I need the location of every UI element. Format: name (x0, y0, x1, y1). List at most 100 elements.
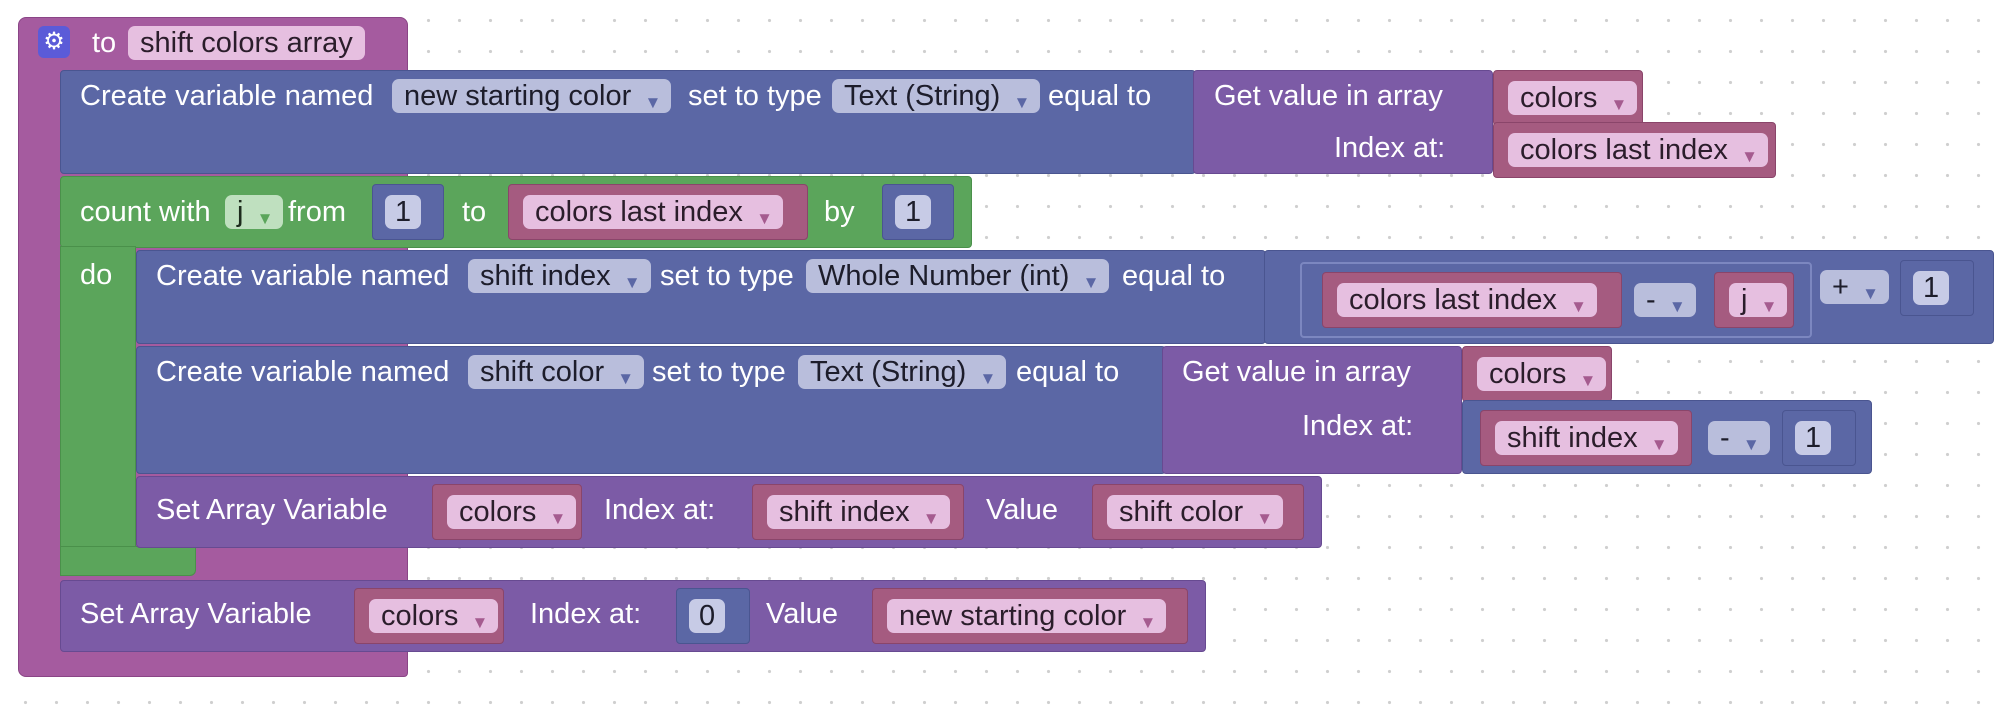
to-reporter[interactable]: colors last index ▼ (508, 184, 808, 240)
value-reporter[interactable]: shift color ▼ (1092, 484, 1304, 540)
index-reporter[interactable]: colors last index ▼ (1493, 122, 1776, 178)
variable-name-dropdown[interactable]: shift index ▼ (468, 259, 651, 293)
gear-icon[interactable]: ⚙ (38, 26, 70, 58)
loop-variable-dropdown[interactable]: j ▼ (225, 195, 284, 229)
chevron-down-icon: ▼ (1082, 273, 1100, 292)
index-number-block[interactable]: 0 (676, 588, 750, 644)
type-dropdown[interactable]: Whole Number (int) ▼ (806, 259, 1110, 293)
type-dropdown[interactable]: Text (String) ▼ (832, 79, 1041, 113)
chevron-down-icon: ▼ (1013, 93, 1031, 112)
index-at-label: Index at: (604, 494, 716, 526)
operand-dropdown[interactable]: shift index ▼ (1495, 421, 1678, 455)
procedure-name-field[interactable]: shift colors array (128, 26, 365, 60)
count-with-label: count with (80, 196, 211, 228)
operand-reporter[interactable]: colors last index ▼ (1322, 272, 1622, 328)
index-number-field[interactable]: 0 (689, 599, 726, 633)
number-field[interactable]: 1 (1795, 421, 1832, 455)
number-field[interactable]: 1 (1913, 271, 1950, 305)
operand-reporter[interactable]: j ▼ (1714, 272, 1794, 328)
chevron-down-icon: ▼ (922, 509, 940, 528)
number-block[interactable]: 1 (1782, 410, 1856, 466)
index-at-label: Index at: (1334, 132, 1446, 164)
create-variable-label: Create variable named (156, 356, 450, 388)
operator-dropdown[interactable]: - ▼ (1634, 283, 1696, 317)
index-reporter[interactable]: shift index ▼ (752, 484, 964, 540)
array-dropdown[interactable]: colors ▼ (369, 599, 499, 633)
set-to-type-label: set to type (652, 356, 786, 388)
operator-value: - (1720, 422, 1730, 454)
procedure-to-label: to (92, 27, 117, 59)
variable-name-dropdown[interactable]: new starting color ▼ (392, 79, 672, 113)
index-value: colors last index (1520, 134, 1728, 166)
array-name-value: colors (1520, 82, 1598, 114)
chevron-down-icon: ▼ (1610, 95, 1628, 114)
to-label: to (462, 196, 487, 228)
by-number-block[interactable]: 1 (882, 184, 954, 240)
number-block[interactable]: 1 (1900, 260, 1974, 316)
array-reporter[interactable]: colors ▼ (1462, 346, 1612, 402)
chevron-down-icon: ▼ (1862, 284, 1879, 303)
set-array-label: Set Array Variable (156, 494, 388, 526)
value-label: Value (986, 494, 1059, 526)
create-variable-label: Create variable named (156, 260, 450, 292)
count-loop-arm (60, 246, 136, 576)
by-number-field[interactable]: 1 (895, 195, 932, 229)
index-dropdown[interactable]: colors last index ▼ (1508, 133, 1768, 167)
chevron-down-icon: ▼ (756, 209, 773, 228)
chevron-down-icon: ▼ (644, 93, 662, 112)
variable-name-value: new starting color (404, 80, 632, 112)
operand-reporter[interactable]: shift index ▼ (1480, 410, 1692, 466)
operator-value: - (1646, 284, 1656, 316)
do-label: do (80, 259, 113, 291)
from-number-block[interactable]: 1 (372, 184, 444, 240)
count-loop-footer (60, 546, 196, 576)
type-dropdown[interactable]: Text (String) ▼ (798, 355, 1007, 389)
array-name-value: colors (381, 600, 459, 632)
index-at-label: Index at: (1302, 410, 1414, 442)
variable-name-value: shift index (480, 260, 611, 292)
operator-dropdown[interactable]: + ▼ (1820, 270, 1889, 304)
chevron-down-icon: ▼ (1570, 297, 1587, 316)
to-value: colors last index (535, 196, 743, 228)
value-reporter[interactable]: new starting color ▼ (872, 588, 1188, 644)
get-value-label: Get value in array (1214, 80, 1443, 112)
type-value: Whole Number (int) (818, 260, 1070, 292)
variable-name-value: shift color (480, 356, 605, 388)
type-value: Text (String) (844, 80, 1001, 112)
value-dropdown[interactable]: new starting color ▼ (887, 599, 1167, 633)
array-reporter[interactable]: colors ▼ (354, 588, 504, 644)
index-at-label: Index at: (530, 598, 642, 630)
chevron-down-icon: ▼ (1256, 509, 1274, 528)
variable-name-dropdown[interactable]: shift color ▼ (468, 355, 645, 389)
array-dropdown[interactable]: colors ▼ (1508, 81, 1638, 115)
operand-dropdown[interactable]: colors last index ▼ (1337, 283, 1597, 317)
operand-value: shift index (1507, 422, 1638, 454)
chevron-down-icon: ▼ (549, 509, 567, 528)
operator-dropdown[interactable]: - ▼ (1708, 421, 1770, 455)
by-label: by (824, 196, 855, 228)
to-dropdown[interactable]: colors last index ▼ (523, 195, 783, 229)
operand-value: j (1741, 284, 1748, 316)
array-reporter[interactable]: colors ▼ (1493, 70, 1643, 126)
chevron-down-icon: ▼ (256, 209, 274, 228)
array-dropdown[interactable]: colors ▼ (1477, 357, 1607, 391)
equal-to-label: equal to (1016, 356, 1120, 388)
operand-dropdown[interactable]: j ▼ (1729, 283, 1788, 317)
index-value: shift index (779, 496, 910, 528)
chevron-down-icon: ▼ (1579, 371, 1597, 390)
from-number-field[interactable]: 1 (385, 195, 422, 229)
chevron-down-icon: ▼ (1742, 435, 1760, 454)
from-label: from (288, 196, 346, 228)
array-name-value: colors (459, 496, 537, 528)
value-dropdown[interactable]: shift color ▼ (1107, 495, 1284, 529)
chevron-down-icon: ▼ (1760, 297, 1778, 316)
array-name-value: colors (1489, 358, 1567, 390)
array-dropdown[interactable]: colors ▼ (447, 495, 577, 529)
value-label: Value (766, 598, 839, 630)
loop-variable-value: j (237, 196, 244, 228)
index-dropdown[interactable]: shift index ▼ (767, 495, 950, 529)
chevron-down-icon: ▼ (471, 613, 489, 632)
array-reporter[interactable]: colors ▼ (432, 484, 582, 540)
set-array-label: Set Array Variable (80, 598, 312, 630)
chevron-down-icon: ▼ (617, 369, 635, 388)
